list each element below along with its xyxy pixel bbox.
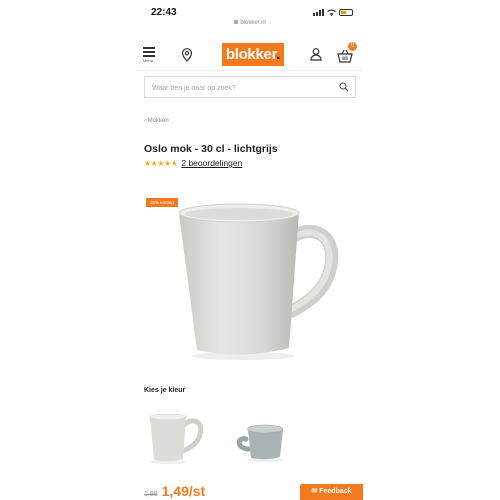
basket-count-badge: 0: [348, 42, 357, 51]
signal-icon: [313, 8, 324, 16]
url-text: blokker.nl: [240, 20, 266, 26]
old-price: 1,99: [144, 491, 158, 498]
status-time: 22:43: [151, 7, 177, 18]
blokker-logo[interactable]: blokker.: [222, 43, 284, 66]
search-icon[interactable]: [339, 82, 349, 92]
search-bar: [144, 76, 356, 99]
lock-icon: [234, 20, 239, 24]
phone-screen: 22:43 blokker.nl Menu blokker. 0 Waar be…: [137, 0, 363, 500]
menu-button[interactable]: Menu: [143, 47, 159, 65]
color-swatch-blauwgrijs[interactable]: [229, 409, 295, 467]
url-bar[interactable]: blokker.nl: [137, 20, 363, 32]
basket-button[interactable]: 0: [337, 42, 357, 63]
product-title: Oslo mok - 30 cl - lichtgrijs: [144, 143, 278, 155]
status-bar: 22:43: [137, 0, 363, 20]
wifi-icon: [327, 9, 336, 16]
product-image-mug[interactable]: [155, 200, 345, 365]
menu-label: Menu: [143, 58, 154, 63]
account-icon[interactable]: [309, 47, 323, 61]
discount-badge: 25% korting: [146, 198, 178, 207]
background-left: [0, 0, 137, 500]
feedback-button[interactable]: ✉ Feedback: [300, 484, 363, 500]
color-swatch-lichtgrijs[interactable]: [140, 409, 206, 467]
rating-stars: ★★★★★: [144, 158, 178, 168]
logo-text: blokker: [225, 46, 277, 63]
price-row: 1,99 1,49/st: [144, 483, 205, 500]
color-picker-label: Kies je kleur: [144, 387, 186, 394]
battery-icon: [339, 8, 353, 16]
breadcrumb-back-link[interactable]: ‹ Mokken: [144, 118, 169, 124]
logo-dot: .: [276, 46, 281, 63]
location-pin-icon[interactable]: [181, 48, 193, 62]
status-icons: [313, 8, 353, 16]
reviews-link[interactable]: 2 beoordelingen: [181, 158, 242, 168]
search-input[interactable]: [145, 78, 332, 99]
current-price: 1,49/st: [161, 483, 206, 499]
background-right: [363, 0, 500, 500]
product-rating: ★★★★★ 2 beoordelingen: [144, 158, 242, 168]
site-header: Menu blokker. 0: [137, 36, 363, 71]
